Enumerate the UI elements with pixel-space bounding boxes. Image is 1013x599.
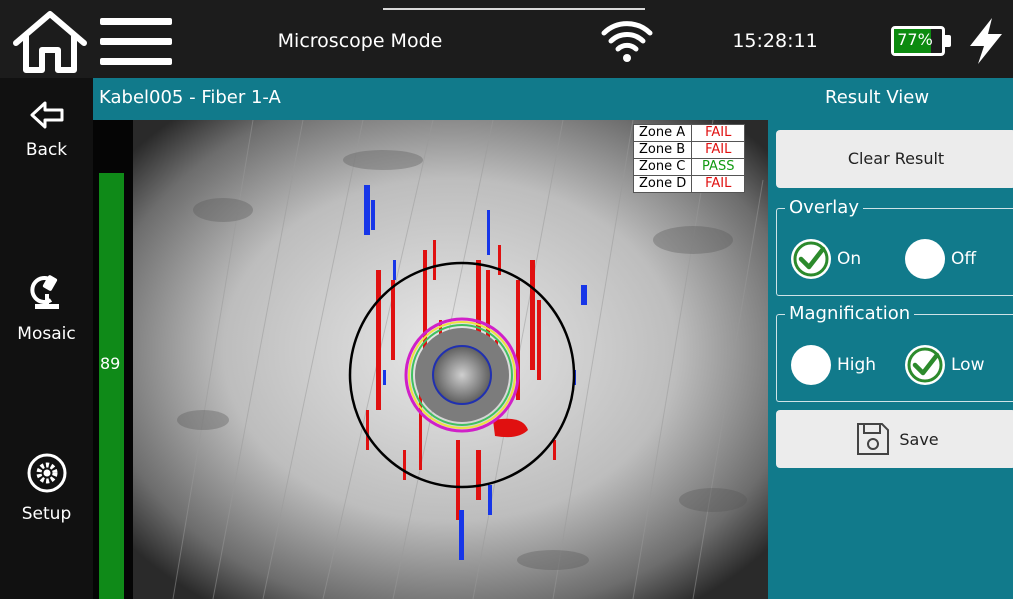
top-bar: Microscope Mode 15:28:11 77% [0,0,1013,78]
magnification-group: Magnification High Low [776,303,1013,402]
clear-result-button[interactable]: Clear Result [776,130,1013,188]
checkmark-icon [907,347,943,383]
magnification-high-option[interactable]: High [791,343,876,387]
menu-button[interactable] [100,16,172,68]
page-title: Microscope Mode [277,30,443,52]
zone-label: Zone D [632,175,693,193]
magnification-low-label: Low [951,355,985,375]
overlay-off-label: Off [951,249,977,269]
home-icon [13,11,87,73]
setup-button[interactable]: Setup [0,452,93,524]
score-value: 89 [100,354,121,373]
table-row: Zone C PASS [632,158,746,176]
back-button[interactable]: Back [0,100,93,160]
save-icon [857,423,890,455]
magnification-high-radio[interactable] [791,345,831,385]
overlay-title: Overlay [785,197,863,218]
microscope-icon [29,275,59,309]
top-trim [383,8,645,10]
magnification-high-label: High [837,355,877,375]
battery-icon: 77% [891,26,951,60]
magnification-title: Magnification [785,303,915,324]
charging-bolt-icon [966,16,1006,66]
zone-label: Zone C [632,158,693,176]
score-bar-fill [99,172,124,599]
magnification-low-option[interactable]: Low [905,343,984,387]
gear-icon [27,453,66,493]
checkmark-icon [793,241,829,277]
menu-icon [100,18,172,25]
wifi-icon [600,16,654,64]
save-label: Save [899,429,939,449]
overlay-on-option[interactable]: On [791,237,861,281]
result-header: Kabel005 - Fiber 1-A Result View [93,78,1013,120]
zone-results-table: Zone A FAIL Zone B FAIL Zone C PASS Zone… [632,124,746,193]
table-row: Zone D FAIL [632,175,746,193]
zone-result: PASS [691,158,746,176]
table-row: Zone A FAIL [632,124,746,142]
zone-result: FAIL [691,175,746,193]
back-arrow-icon [30,101,63,129]
overlay-on-radio[interactable] [791,239,831,279]
setup-label: Setup [21,504,72,524]
zone-label: Zone B [632,141,693,159]
overlay-group: Overlay On Off [776,197,1013,296]
table-row: Zone B FAIL [632,141,746,159]
home-button[interactable] [12,10,88,74]
clock: 15:28:11 [732,30,818,52]
overlay-off-option[interactable]: Off [905,237,976,281]
view-title: Result View [825,87,930,108]
mosaic-label: Mosaic [17,324,76,344]
save-button[interactable]: Save [776,410,1013,468]
result-panel: Clear Result Overlay On Off Magnificatio… [768,120,1013,599]
left-nav: Back Mosaic Setup [0,78,93,599]
battery-percent: 77% [897,30,933,49]
overlay-on-label: On [837,249,862,269]
back-label: Back [25,140,68,160]
zone-label: Zone A [632,124,693,142]
zone-result: FAIL [691,141,746,159]
zone-result: FAIL [691,124,746,142]
magnification-low-radio[interactable] [905,345,945,385]
mosaic-button[interactable]: Mosaic [0,274,93,344]
overlay-off-radio[interactable] [905,239,945,279]
fiber-name: Kabel005 - Fiber 1-A [99,87,281,108]
